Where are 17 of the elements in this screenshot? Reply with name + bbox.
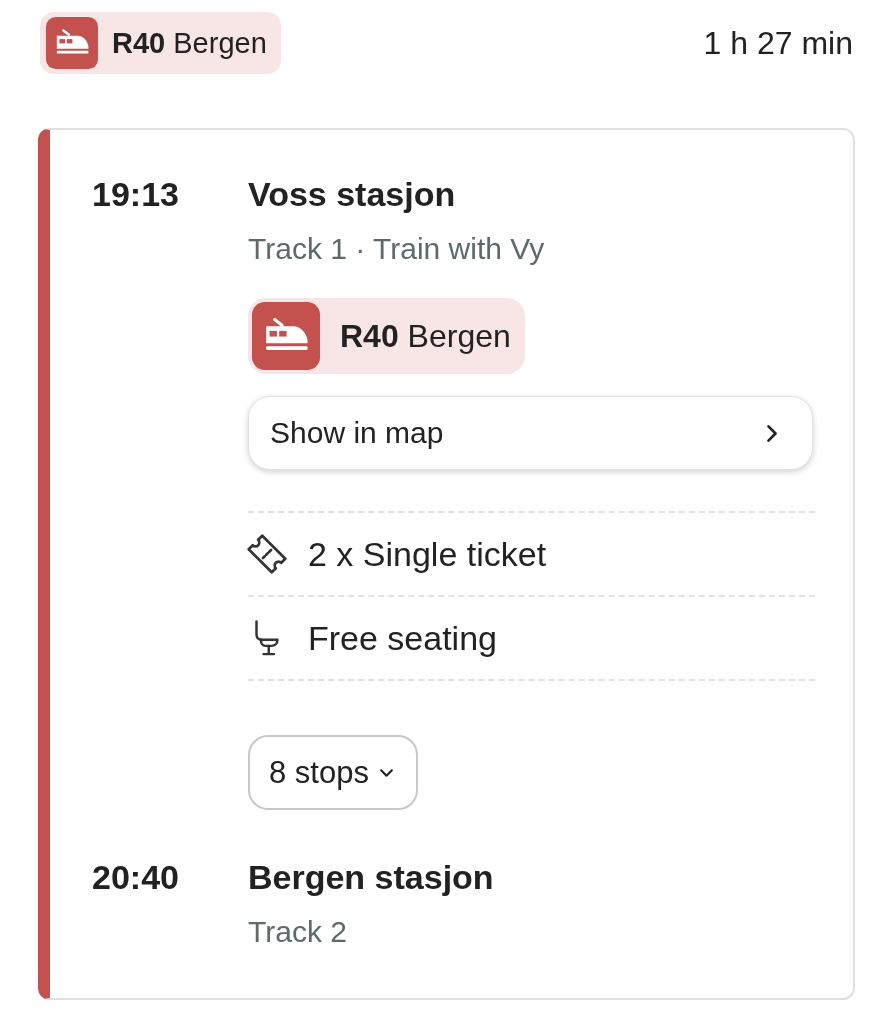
- info-text: Free seating: [308, 618, 497, 658]
- ticket-icon: [244, 531, 290, 577]
- info-text: 2 x Single ticket: [308, 534, 547, 574]
- chevron-right-icon: [766, 423, 778, 443]
- trip-duration: 1 h 27 min: [703, 24, 853, 62]
- arrival-details: Track 2: [248, 914, 347, 950]
- line-badge: R40 Bergen: [248, 298, 525, 374]
- departure-station: Voss stasjon: [248, 174, 456, 214]
- train-icon: [252, 302, 320, 370]
- departure-time: 19:13: [92, 174, 180, 214]
- arrival-station: Bergen stasjon: [248, 857, 494, 897]
- stops-toggle-button[interactable]: 8 stops: [248, 735, 418, 810]
- line-badge: R40 Bergen: [40, 12, 281, 74]
- arrival-time: 20:40: [92, 857, 180, 897]
- train-icon: [46, 17, 98, 69]
- departure-details: Track 1 · Train with Vy: [248, 231, 545, 267]
- show-in-map-button[interactable]: Show in map: [248, 396, 813, 470]
